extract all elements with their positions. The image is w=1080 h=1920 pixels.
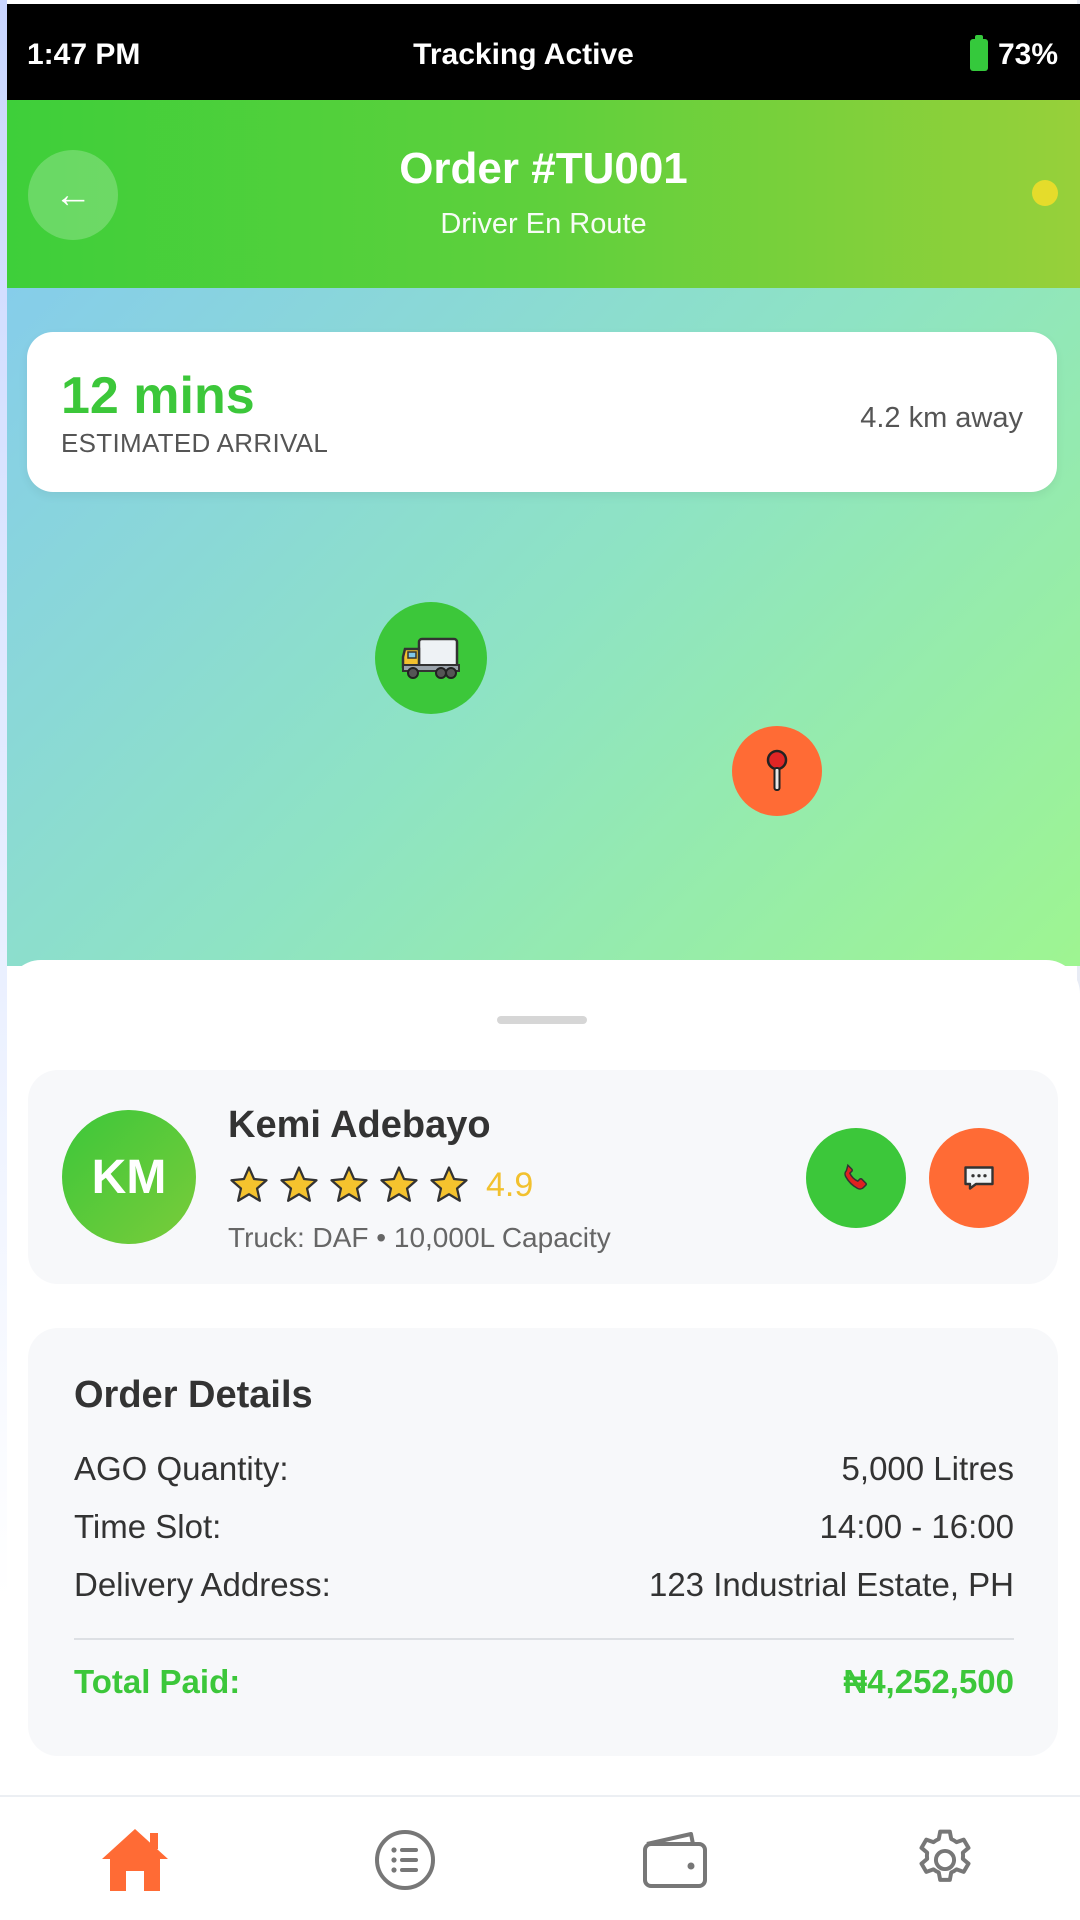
detail-value: 5,000 Litres	[841, 1450, 1014, 1487]
details-sheet: KM Kemi Adebayo 4.9 Truck: DAF • 10,000L…	[7, 960, 1080, 1795]
eta-value: 12 mins	[61, 367, 255, 425]
driver-name: Kemi Adebayo	[228, 1104, 491, 1146]
star-icon	[330, 1166, 368, 1202]
battery-status: 73%	[969, 35, 1058, 72]
live-status-dot	[1032, 180, 1058, 206]
rating-value: 4.9	[486, 1165, 534, 1204]
detail-row-quantity: AGO Quantity: 5,000 Litres	[74, 1450, 1014, 1488]
location-pin-icon	[766, 749, 788, 791]
battery-icon	[969, 35, 988, 71]
bottom-nav	[0, 1795, 1080, 1920]
detail-label: AGO Quantity:	[74, 1450, 289, 1487]
drag-handle[interactable]	[497, 1016, 587, 1024]
status-bar: 1:47 PM Tracking Active 73%	[7, 4, 1080, 100]
detail-row-time-slot: Time Slot: 14:00 - 16:00	[74, 1508, 1014, 1546]
detail-value: 123 Industrial Estate, PH	[648, 1566, 1014, 1603]
destination-marker[interactable]	[732, 726, 822, 816]
star-icon	[280, 1166, 318, 1202]
message-driver-button[interactable]	[929, 1128, 1029, 1228]
driver-rating: 4.9	[228, 1164, 533, 1206]
detail-row-address: Delivery Address: 123 Industrial Estate,…	[74, 1566, 1014, 1604]
call-driver-button[interactable]	[806, 1128, 906, 1228]
nav-home[interactable]	[90, 1815, 180, 1905]
list-icon	[375, 1830, 435, 1890]
detail-label: Delivery Address:	[74, 1566, 331, 1603]
order-title: Order #TU001	[399, 144, 688, 193]
eta-distance: 4.2 km away	[860, 402, 1023, 434]
eta-label: ESTIMATED ARRIVAL	[61, 428, 329, 458]
nav-settings[interactable]	[900, 1815, 990, 1905]
truck-icon	[401, 637, 460, 679]
order-header: ← Order #TU001 Driver En Route	[7, 100, 1080, 288]
star-icon	[230, 1166, 268, 1202]
detail-value: 14:00 - 16:00	[819, 1508, 1015, 1545]
nav-orders[interactable]	[360, 1815, 450, 1905]
detail-label: Time Slot:	[74, 1508, 222, 1545]
eta-card: 12 mins ESTIMATED ARRIVAL 4.2 km away	[27, 332, 1057, 492]
order-details-title: Order Details	[74, 1374, 313, 1416]
truck-info: Truck: DAF • 10,000L Capacity	[228, 1222, 611, 1253]
background-strip	[0, 0, 7, 1600]
battery-percent: 73%	[997, 38, 1058, 71]
home-icon	[102, 1829, 168, 1891]
details-divider	[74, 1638, 1014, 1640]
star-icon	[380, 1166, 418, 1202]
settings-icon	[919, 1829, 971, 1882]
tracking-map[interactable]: 12 mins ESTIMATED ARRIVAL 4.2 km away	[7, 288, 1080, 966]
order-status-subtitle: Driver En Route	[440, 208, 647, 240]
order-details-card: Order Details AGO Quantity: 5,000 Litres…	[28, 1328, 1058, 1756]
chat-icon	[964, 1166, 994, 1190]
nav-wallet[interactable]	[630, 1815, 720, 1905]
driver-avatar: KM	[62, 1110, 196, 1244]
driver-marker[interactable]	[375, 602, 487, 714]
phone-icon	[844, 1163, 867, 1190]
driver-card: KM Kemi Adebayo 4.9 Truck: DAF • 10,000L…	[28, 1070, 1058, 1284]
total-paid-row: Total Paid: ₦4,252,500	[74, 1663, 1014, 1701]
status-tracking-text: Tracking Active	[413, 38, 634, 71]
tracking-screen: 1:47 PM Tracking Active 73% ← Order #TU0…	[0, 0, 1080, 1920]
total-label: Total Paid:	[74, 1663, 241, 1700]
star-icon	[430, 1166, 468, 1202]
wallet-icon	[643, 1832, 707, 1888]
total-value: ₦4,252,500	[843, 1663, 1014, 1700]
